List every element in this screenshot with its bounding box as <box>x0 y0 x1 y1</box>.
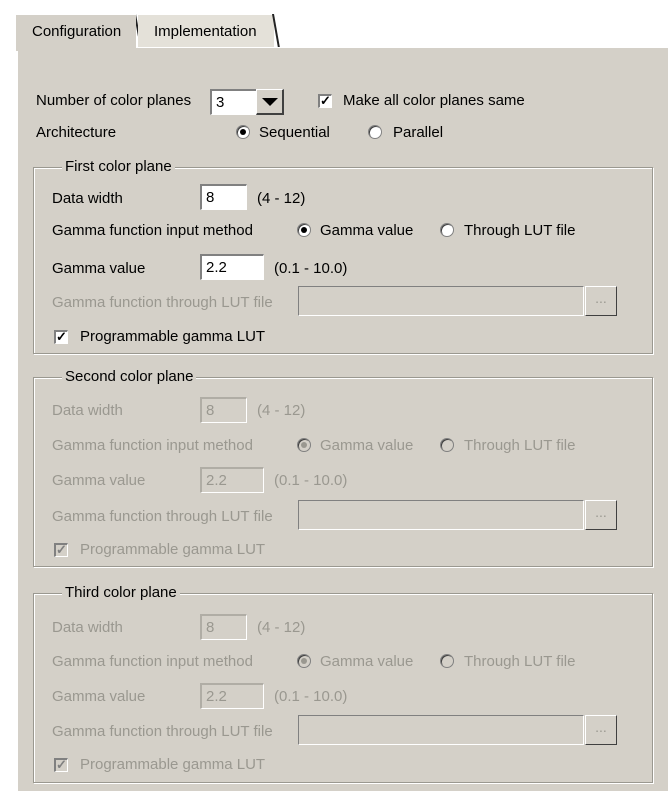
third-method-lut-label: Through LUT file <box>464 653 576 670</box>
third-data-width-value: 8 <box>206 619 215 636</box>
second-data-width-value: 8 <box>206 402 215 419</box>
third-programmable-checkbox[interactable]: ✓ <box>54 758 68 772</box>
arch-parallel-label: Parallel <box>393 124 444 141</box>
third-method-lut-radio[interactable] <box>440 654 454 668</box>
third-plane-title: Third color plane <box>62 584 180 602</box>
first-method-label: Gamma function input method <box>52 222 253 239</box>
second-gamma-range: (0.1 - 10.0) <box>274 472 348 489</box>
first-browse-label: ... <box>595 290 607 306</box>
second-browse-button[interactable]: ... <box>585 500 617 530</box>
first-data-width-input[interactable]: 8 <box>200 184 247 210</box>
third-gamma-value: 2.2 <box>206 688 227 705</box>
second-lut-input[interactable] <box>298 500 584 530</box>
second-programmable-label: Programmable gamma LUT <box>80 541 266 558</box>
arch-sequential-label: Sequential <box>259 124 330 141</box>
third-gamma-range: (0.1 - 10.0) <box>274 688 348 705</box>
check-icon: ✓ <box>56 757 67 772</box>
second-browse-label: ... <box>595 504 607 520</box>
third-data-width-label: Data width <box>52 619 123 636</box>
first-programmable-checkbox[interactable]: ✓ <box>54 330 68 344</box>
tab-configuration-label: Configuration <box>32 23 122 40</box>
third-method-gamma-label: Gamma value <box>320 653 414 670</box>
third-lut-label: Gamma function through LUT file <box>52 723 273 740</box>
arch-parallel-radio[interactable] <box>368 125 382 139</box>
num-planes-label: Number of color planes <box>36 92 192 109</box>
third-browse-label: ... <box>595 719 607 735</box>
second-method-gamma-radio[interactable] <box>297 438 311 452</box>
first-gamma-input[interactable]: 2.2 <box>200 254 264 280</box>
check-icon: ✓ <box>320 93 331 108</box>
second-method-lut-radio[interactable] <box>440 438 454 452</box>
second-programmable-checkbox[interactable]: ✓ <box>54 543 68 557</box>
tab-implementation-label: Implementation <box>154 23 257 40</box>
same-planes-checkbox[interactable]: ✓ <box>318 94 332 108</box>
second-data-width-label: Data width <box>52 402 123 419</box>
first-browse-button[interactable]: ... <box>585 286 617 316</box>
first-gamma-label: Gamma value <box>52 260 146 277</box>
first-plane-title: First color plane <box>62 158 175 176</box>
num-planes-select[interactable]: 3 <box>210 89 256 115</box>
second-gamma-input[interactable]: 2.2 <box>200 467 264 493</box>
architecture-label: Architecture <box>36 124 117 141</box>
second-data-width-input[interactable]: 8 <box>200 397 247 423</box>
second-gamma-label: Gamma value <box>52 472 146 489</box>
second-plane-title: Second color plane <box>62 368 197 386</box>
first-data-width-value: 8 <box>206 189 215 206</box>
arch-sequential-radio[interactable] <box>236 125 250 139</box>
second-method-label: Gamma function input method <box>52 437 253 454</box>
second-lut-label: Gamma function through LUT file <box>52 508 273 525</box>
tab-strip: Configuration Implementation <box>16 14 668 51</box>
same-planes-label: Make all color planes same <box>343 92 525 109</box>
first-gamma-range: (0.1 - 10.0) <box>274 260 348 277</box>
first-method-lut-radio[interactable] <box>440 223 454 237</box>
num-planes-value: 3 <box>216 94 225 111</box>
second-method-lut-label: Through LUT file <box>464 437 576 454</box>
dropdown-arrow-icon[interactable] <box>256 89 284 115</box>
check-icon: ✓ <box>56 329 67 344</box>
check-icon: ✓ <box>56 542 67 557</box>
third-gamma-label: Gamma value <box>52 688 146 705</box>
first-lut-label: Gamma function through LUT file <box>52 294 273 311</box>
third-programmable-label: Programmable gamma LUT <box>80 756 266 773</box>
tab-configuration[interactable]: Configuration <box>16 14 136 51</box>
first-lut-input[interactable] <box>298 286 584 316</box>
first-gamma-value: 2.2 <box>206 259 227 276</box>
second-method-gamma-label: Gamma value <box>320 437 414 454</box>
first-method-gamma-label: Gamma value <box>320 222 414 239</box>
third-browse-button[interactable]: ... <box>585 715 617 745</box>
second-data-width-range: (4 - 12) <box>257 402 306 419</box>
second-gamma-value: 2.2 <box>206 472 227 489</box>
first-data-width-range: (4 - 12) <box>257 190 306 207</box>
third-gamma-input[interactable]: 2.2 <box>200 683 264 709</box>
third-lut-input[interactable] <box>298 715 584 745</box>
third-method-label: Gamma function input method <box>52 653 253 670</box>
first-method-lut-label: Through LUT file <box>464 222 576 239</box>
third-data-width-input[interactable]: 8 <box>200 614 247 640</box>
tab-implementation[interactable]: Implementation <box>138 14 274 48</box>
third-method-gamma-radio[interactable] <box>297 654 311 668</box>
first-programmable-label: Programmable gamma LUT <box>80 328 266 345</box>
first-method-gamma-radio[interactable] <box>297 223 311 237</box>
first-data-width-label: Data width <box>52 190 123 207</box>
third-data-width-range: (4 - 12) <box>257 619 306 636</box>
